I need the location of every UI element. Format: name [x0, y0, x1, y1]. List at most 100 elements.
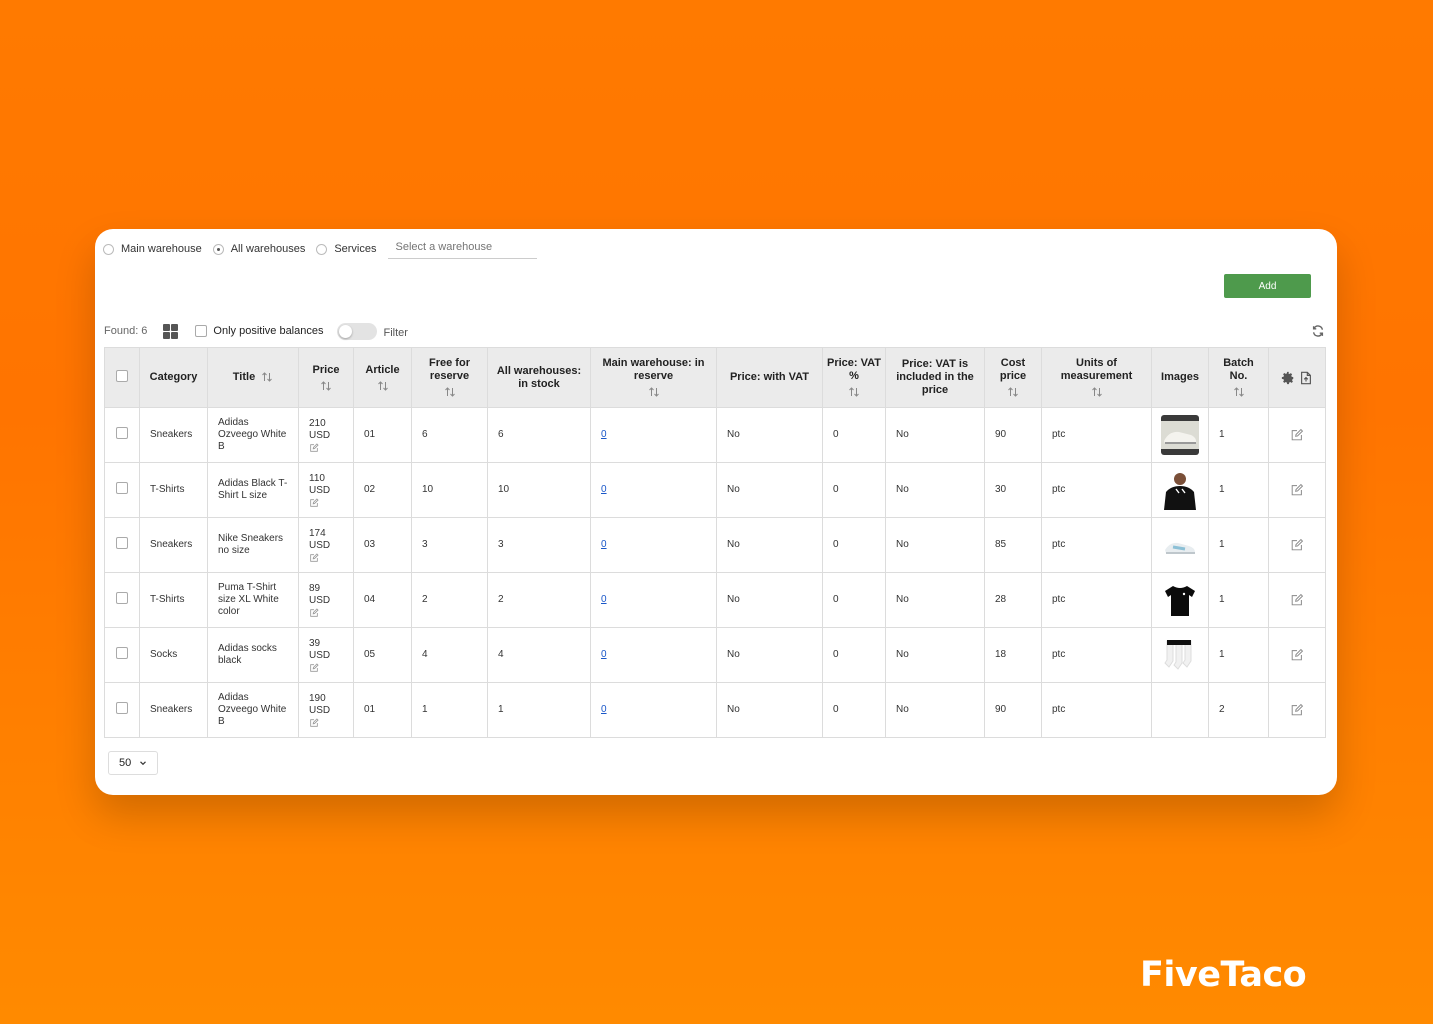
reserve-link[interactable]: 0	[601, 704, 607, 715]
cell-price: 174 USD	[309, 527, 331, 551]
sort-icon[interactable]	[1007, 386, 1019, 398]
edit-price-icon[interactable]	[309, 442, 319, 453]
warehouse-select-input[interactable]	[387, 239, 537, 259]
edit-icon[interactable]	[1290, 483, 1304, 497]
row-checkbox[interactable]	[116, 482, 128, 494]
radio-all-warehouses[interactable]: All warehouses	[212, 243, 305, 255]
table-row[interactable]: Sneakers Adidas Ozveego White B 210 USD 01 6…	[104, 407, 1326, 463]
sort-icon[interactable]	[444, 386, 456, 398]
row-checkbox[interactable]	[116, 702, 128, 714]
grid-view-icon[interactable]	[163, 323, 179, 339]
reserve-link[interactable]: 0	[601, 594, 607, 605]
edit-icon[interactable]	[1290, 428, 1304, 442]
cell-title: Adidas Black T-Shirt L size	[218, 478, 288, 501]
product-image[interactable]	[1161, 580, 1199, 620]
cell-cost-price: 30	[995, 484, 1007, 495]
product-image[interactable]	[1161, 525, 1199, 565]
edit-price-icon[interactable]	[309, 552, 319, 563]
cell-batch: 1	[1219, 649, 1225, 660]
cell-category: Sneakers	[150, 704, 193, 715]
edit-icon[interactable]	[1290, 648, 1304, 662]
radio-services[interactable]: Services	[316, 243, 377, 255]
header-title[interactable]: Title	[207, 347, 299, 408]
sort-icon[interactable]	[377, 380, 389, 392]
cell-vat-included: No	[896, 484, 909, 495]
cell-free-reserve: 4	[422, 649, 428, 660]
cell-all-stock: 3	[498, 539, 504, 550]
sort-icon[interactable]	[1233, 386, 1245, 398]
edit-price-icon[interactable]	[309, 662, 319, 673]
edit-price-icon[interactable]	[309, 607, 319, 618]
cell-free-reserve: 1	[422, 704, 428, 715]
cell-units: ptc	[1052, 539, 1066, 550]
header-all-stock[interactable]: All warehouses: in stock	[487, 347, 591, 408]
row-checkbox[interactable]	[116, 537, 128, 549]
sort-icon[interactable]	[848, 386, 860, 398]
cell-vat-percent: 0	[833, 484, 839, 495]
edit-icon[interactable]	[1290, 593, 1304, 607]
filter-label: Filter	[383, 326, 408, 339]
only-positive-checkbox[interactable]	[195, 325, 208, 337]
table-row[interactable]: T-Shirts Puma T-Shirt size XL White color…	[104, 572, 1326, 628]
cell-free-reserve: 6	[422, 429, 428, 440]
cell-price: 190 USD	[309, 692, 331, 716]
radio-button[interactable]	[103, 243, 114, 255]
add-button[interactable]: Add	[1224, 274, 1311, 298]
edit-icon[interactable]	[1290, 703, 1304, 717]
edit-icon[interactable]	[1290, 538, 1304, 552]
cell-title: Puma T-Shirt size XL White color	[218, 582, 279, 617]
row-checkbox[interactable]	[116, 647, 128, 659]
cell-with-vat: No	[727, 649, 740, 660]
cell-with-vat: No	[727, 704, 740, 715]
header-free-reserve[interactable]: Free for reserve	[411, 347, 488, 408]
table-row[interactable]: Sneakers Adidas Ozveego White B 190 USD 01 1…	[104, 682, 1326, 738]
header-cost-price[interactable]: Cost price	[984, 347, 1042, 408]
select-all-checkbox[interactable]	[116, 369, 128, 382]
reserve-link[interactable]: 0	[601, 484, 607, 495]
page-size-select[interactable]: 50	[108, 751, 158, 775]
header-category[interactable]: Category	[139, 347, 208, 408]
header-vat-percent[interactable]: Price: VAT %	[822, 347, 886, 408]
row-checkbox[interactable]	[116, 592, 128, 604]
reserve-link[interactable]: 0	[601, 429, 607, 440]
reserve-link[interactable]: 0	[601, 539, 607, 550]
header-vat-included[interactable]: Price: VAT is included in the price	[885, 347, 985, 408]
header-price[interactable]: Price	[298, 347, 354, 408]
header-price-vat[interactable]: Price: with VAT	[716, 347, 823, 408]
filter-toggle[interactable]	[337, 322, 378, 340]
product-image[interactable]	[1161, 415, 1199, 455]
found-count: Found: 6	[104, 325, 148, 337]
header-main-reserve[interactable]: Main warehouse: in reserve	[590, 347, 717, 408]
product-image[interactable]	[1161, 470, 1199, 510]
radio-main-warehouse[interactable]: Main warehouse	[103, 243, 202, 255]
settings-icon[interactable]	[1281, 371, 1295, 385]
edit-price-icon[interactable]	[309, 717, 319, 728]
sort-icon[interactable]	[261, 371, 273, 383]
header-units[interactable]: Units of measurement	[1041, 347, 1152, 408]
row-checkbox[interactable]	[116, 427, 128, 439]
cell-vat-percent: 0	[833, 704, 839, 715]
export-file-icon[interactable]	[1299, 371, 1313, 385]
header-select-all	[104, 347, 140, 408]
cell-vat-percent: 0	[833, 649, 839, 660]
table-row[interactable]: T-Shirts Adidas Black T-Shirt L size 110 U…	[104, 462, 1326, 518]
reserve-link[interactable]: 0	[601, 649, 607, 660]
radio-button[interactable]	[212, 243, 224, 255]
cell-batch: 1	[1219, 429, 1225, 440]
sort-icon[interactable]	[320, 380, 332, 392]
warehouse-selector: Main warehouse All warehouses Services	[103, 239, 537, 259]
radio-button[interactable]	[316, 243, 328, 255]
cell-with-vat: No	[727, 484, 740, 495]
cell-article: 04	[364, 594, 376, 605]
table-row[interactable]: Socks Adidas socks black 39 USD 05 4 4 0 No 0 No 1…	[104, 627, 1326, 683]
sort-icon[interactable]	[1091, 386, 1103, 398]
product-image[interactable]	[1161, 635, 1199, 675]
table-row[interactable]: Sneakers Nike Sneakers no size 174 USD 03 3 3…	[104, 517, 1326, 573]
refresh-icon[interactable]	[1311, 324, 1325, 338]
sort-icon[interactable]	[648, 386, 660, 398]
header-article[interactable]: Article	[353, 347, 412, 408]
cell-article: 03	[364, 539, 376, 550]
edit-price-icon[interactable]	[309, 497, 319, 508]
cell-free-reserve: 2	[422, 594, 428, 605]
header-batch[interactable]: Batch No.	[1208, 347, 1269, 408]
